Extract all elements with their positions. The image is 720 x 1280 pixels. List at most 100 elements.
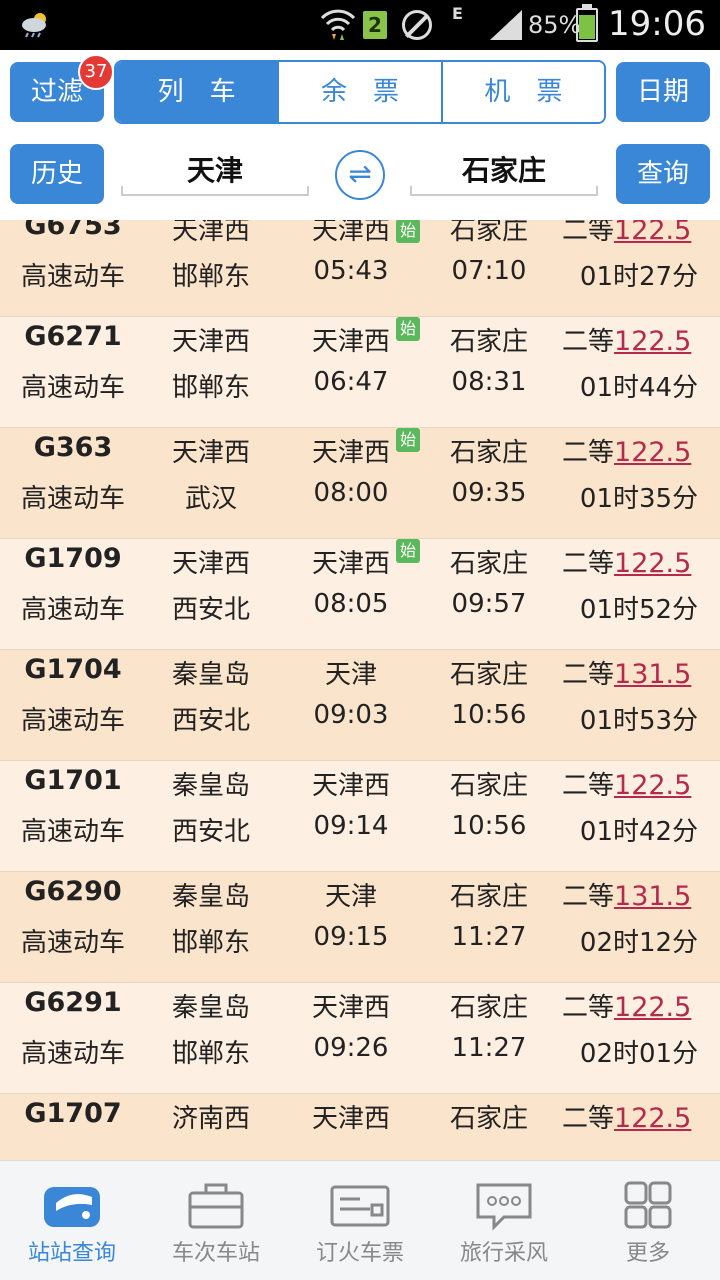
nav-station-query[interactable]: 站站查询 — [0, 1161, 144, 1280]
nav-book-ticket[interactable]: 订火车票 — [288, 1161, 432, 1280]
date-button[interactable]: 日期 — [616, 62, 710, 122]
train-row[interactable]: G6271 高速动车 天津西 邯郸东 天津西 06:47 石家庄 08:31 01时44分 二等1… — [0, 317, 720, 428]
train-type: 高速动车 — [20, 595, 125, 625]
origin-start-badge: 始 — [396, 317, 420, 341]
terminal-station: 邯郸东 — [171, 928, 250, 958]
arrival-station: 石家庄 — [449, 771, 528, 801]
train-row[interactable]: G1701 高速动车 秦皇岛 西安北 天津西 09:14 石家庄 10:56 01时42分 二等1… — [0, 761, 720, 872]
origin-station: 秦皇岛 — [171, 993, 250, 1023]
ticket-price-link[interactable]: 131.5 — [614, 881, 691, 912]
seat-class: 二等 — [562, 438, 615, 468]
briefcase-icon — [188, 1183, 244, 1229]
arrival-station: 石家庄 — [449, 549, 528, 579]
train-number: G6290 — [24, 876, 122, 907]
price-cell: 二等131.5 — [562, 876, 716, 913]
arrival-time: 11:27 — [451, 922, 527, 952]
travel-duration: 01时53分 — [579, 706, 699, 736]
origin-station: 秦皇岛 — [171, 882, 250, 912]
origin-start-badge: 始 — [396, 428, 420, 452]
origin-station: 秦皇岛 — [171, 771, 250, 801]
arrival-time: 10:56 — [451, 700, 527, 730]
nav-more[interactable]: 更多 — [576, 1161, 720, 1280]
ticket-price-link[interactable]: 122.5 — [614, 1103, 691, 1134]
price-cell: 二等122.5 — [562, 432, 716, 469]
ticket-price-link[interactable]: 122.5 — [614, 220, 691, 246]
tab-remaining-tickets[interactable]: 余票 — [277, 62, 441, 122]
network-type: E — [452, 4, 463, 23]
train-row[interactable]: G6290 高速动车 秦皇岛 邯郸东 天津 09:15 石家庄 11:27 02时12分 二等13… — [0, 872, 720, 983]
train-type: 高速动车 — [20, 706, 125, 736]
train-row[interactable]: G6291 高速动车 秦皇岛 邯郸东 天津西 09:26 石家庄 11:27 02时01分 二等1… — [0, 983, 720, 1094]
price-cell: 二等131.5 — [562, 654, 716, 691]
battery-percentage: 85% — [528, 11, 582, 39]
nav-train-station[interactable]: 车次车站 — [144, 1161, 288, 1280]
train-row[interactable]: G1709 高速动车 天津西 西安北 天津西 08:05 石家庄 09:57 01时52分 二等1… — [0, 539, 720, 650]
price-cell: 二等122.5 — [562, 543, 716, 580]
filter-button[interactable]: 过滤 37 — [10, 54, 114, 122]
train-type: 高速动车 — [20, 262, 125, 292]
origin-station: 济南西 — [171, 1104, 250, 1134]
train-icon — [44, 1187, 100, 1227]
ticket-price-link[interactable]: 122.5 — [614, 437, 691, 468]
origin-station: 秦皇岛 — [171, 660, 250, 690]
terminal-station: 西安北 — [171, 817, 250, 847]
departure-time: 09:26 — [313, 1033, 389, 1063]
seat-class: 二等 — [562, 549, 615, 579]
seat-class: 二等 — [562, 220, 615, 246]
train-row[interactable]: G6753 高速动车 天津西 邯郸东 天津西 05:43 石家庄 07:10 01时27分 二等1… — [0, 220, 720, 317]
train-number: G363 — [33, 432, 113, 463]
origin-station: 天津西 — [171, 438, 250, 468]
weather-cloud-icon — [22, 13, 46, 38]
arrival-station: 石家庄 — [449, 327, 528, 357]
arrival-time: 10:56 — [451, 811, 527, 841]
ticket-price-link[interactable]: 122.5 — [614, 326, 691, 357]
ticket-price-link[interactable]: 122.5 — [614, 992, 691, 1023]
train-number: G6271 — [24, 321, 122, 352]
origin-station: 天津西 — [171, 549, 250, 579]
departure-station: 天津 — [324, 660, 377, 690]
to-station-field[interactable]: 石家庄 — [410, 146, 598, 196]
train-number: G6753 — [24, 220, 122, 241]
terminal-station: 武汉 — [184, 484, 237, 514]
mode-tabs: 列车 余票 机票 — [114, 60, 606, 124]
ticket-price-link[interactable]: 131.5 — [614, 659, 691, 690]
train-type: 高速动车 — [20, 1039, 125, 1069]
train-list[interactable]: G6753 高速动车 天津西 邯郸东 天津西 05:43 石家庄 07:10 01时27分 二等1… — [0, 220, 720, 1160]
train-row[interactable]: G1704 高速动车 秦皇岛 西安北 天津 09:03 石家庄 10:56 01时53分 二等13… — [0, 650, 720, 761]
swap-stations-icon[interactable]: ⇌ — [335, 150, 385, 200]
travel-duration: 02时12分 — [579, 928, 699, 958]
ticket-price-link[interactable]: 122.5 — [614, 770, 691, 801]
ticket-icon — [330, 1185, 390, 1227]
seat-class: 二等 — [562, 1104, 615, 1134]
do-not-disturb-icon — [402, 10, 432, 40]
train-row[interactable]: G363 高速动车 天津西 武汉 天津西 08:00 石家庄 09:35 01时35分 二等122… — [0, 428, 720, 539]
arrival-station: 石家庄 — [449, 1104, 528, 1134]
history-button[interactable]: 历史 — [10, 144, 104, 204]
departure-station: 天津西 — [311, 1104, 390, 1134]
departure-time: 06:47 — [313, 367, 389, 397]
wifi-icon — [320, 9, 356, 40]
train-number: G1704 — [24, 654, 122, 685]
origin-start-badge: 始 — [396, 220, 420, 243]
status-clock: 19:06 — [608, 4, 706, 44]
price-cell: 二等122.5 — [562, 987, 716, 1024]
train-number: G6291 — [24, 987, 122, 1018]
from-station-field[interactable]: 天津 — [121, 146, 309, 196]
train-number: G1709 — [24, 543, 122, 574]
terminal-station: 邯郸东 — [171, 373, 250, 403]
query-button[interactable]: 查询 — [616, 144, 710, 204]
tab-trains[interactable]: 列车 — [116, 62, 278, 122]
nav-travel-blog[interactable]: 旅行采风 — [432, 1161, 576, 1280]
terminal-station: 邯郸东 — [171, 1039, 250, 1069]
train-row[interactable]: G1707 济南西 天津西 石家庄 二等122.5 — [0, 1094, 720, 1160]
origin-station: 天津西 — [171, 327, 250, 357]
grid-icon — [624, 1181, 672, 1229]
nav-label: 车次车站 — [171, 1241, 260, 1266]
price-cell: 二等122.5 — [562, 321, 716, 358]
ticket-price-link[interactable]: 122.5 — [614, 548, 691, 579]
price-cell: 二等122.5 — [562, 1098, 716, 1135]
nav-label: 订火车票 — [315, 1241, 404, 1266]
train-type: 高速动车 — [20, 817, 125, 847]
tab-flights[interactable]: 机票 — [440, 62, 604, 122]
search-header: 过滤 37 列车 余票 机票 日期 历史 天津 ⇌ 石家庄 查询 — [0, 50, 720, 220]
